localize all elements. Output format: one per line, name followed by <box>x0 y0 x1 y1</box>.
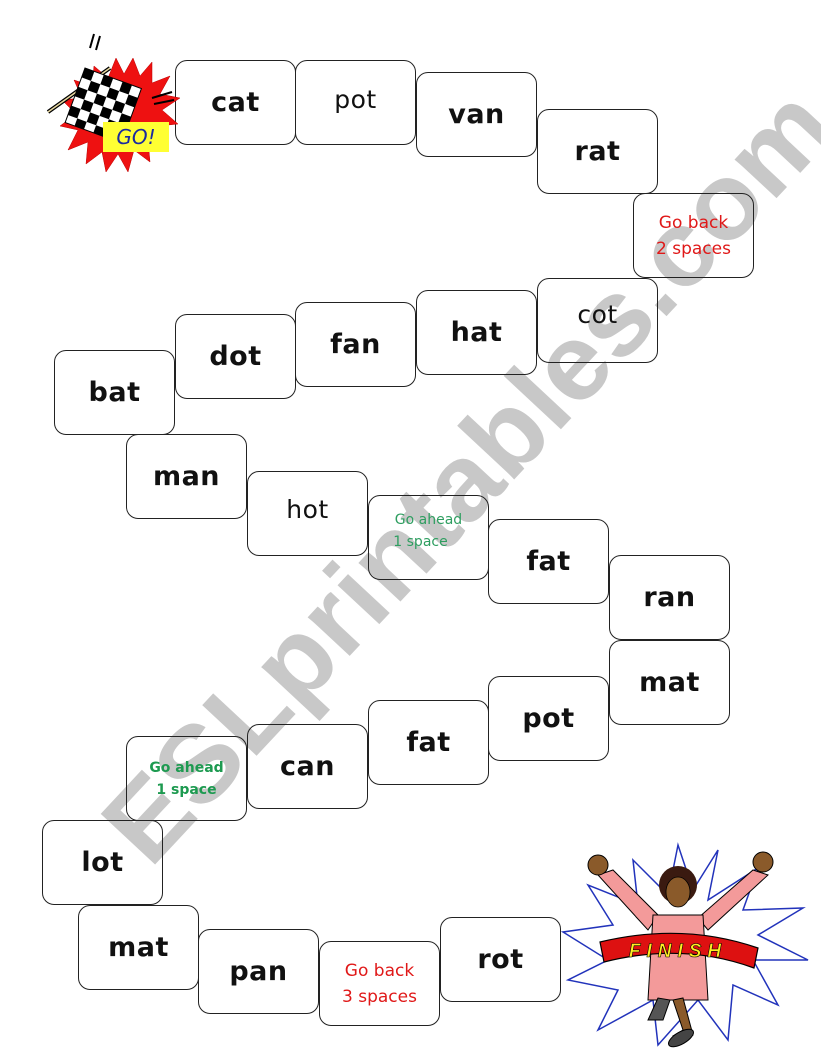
tile-word: mat <box>639 667 700 698</box>
tile-5-go-back[interactable]: Go back 2 spaces <box>633 193 754 278</box>
tile-1[interactable]: cat <box>175 60 296 145</box>
tile-instruction-line2: 1 space <box>156 781 217 798</box>
tile-18[interactable]: fat <box>368 700 489 785</box>
tile-20-go-ahead[interactable]: Go ahead 1 space <box>126 736 247 821</box>
tile-24-go-back[interactable]: Go back 3 spaces <box>319 941 440 1026</box>
tile-9[interactable]: dot <box>175 314 296 399</box>
tile-14[interactable]: fat <box>488 519 609 604</box>
tile-instruction-line2: 3 spaces <box>342 986 417 1007</box>
tile-17[interactable]: pot <box>488 676 609 761</box>
tile-instruction-line2: 2 spaces <box>656 238 731 259</box>
start-space <box>40 28 190 196</box>
tile-7[interactable]: hat <box>416 290 537 375</box>
tile-word: cat <box>211 87 260 118</box>
tile-12[interactable]: hot <box>247 471 368 556</box>
tile-word: cot <box>577 300 618 329</box>
tile-6[interactable]: cot <box>537 278 658 363</box>
tile-16[interactable]: mat <box>609 640 730 725</box>
finish-label: FINISH <box>629 941 727 962</box>
tile-word: pan <box>229 956 288 987</box>
finish-space: FINISH <box>558 840 813 1050</box>
tile-10[interactable]: bat <box>54 350 175 435</box>
tile-23[interactable]: pan <box>198 929 319 1014</box>
tile-word: man <box>152 461 221 492</box>
tile-word: pot <box>334 85 377 114</box>
tile-4[interactable]: rat <box>537 109 658 194</box>
tile-22[interactable]: mat <box>78 905 199 990</box>
tile-word: rot <box>477 944 524 975</box>
tile-instruction-line1: Go ahead <box>149 759 224 776</box>
tile-word: lot <box>81 847 124 878</box>
tile-2[interactable]: pot <box>295 60 416 145</box>
checkered-flag-icon <box>46 33 181 173</box>
tile-word: hat <box>450 317 503 348</box>
start-label: GO! <box>103 122 169 152</box>
runner-finish-icon: FINISH <box>560 842 809 1048</box>
tile-21[interactable]: lot <box>42 820 163 905</box>
tile-word: fan <box>330 329 381 360</box>
tile-instruction-line1: Go back <box>658 212 729 233</box>
tile-word: bat <box>88 377 141 408</box>
tile-word: ran <box>643 582 696 613</box>
tile-word: fat <box>526 546 571 577</box>
tile-word: fat <box>406 727 451 758</box>
tile-word: pot <box>522 703 575 734</box>
tile-word: van <box>448 99 505 130</box>
tile-word: dot <box>209 341 262 372</box>
tile-instruction-line1: Go back <box>344 960 415 981</box>
tile-15[interactable]: ran <box>609 555 730 640</box>
tile-word: rat <box>574 136 621 167</box>
tile-3[interactable]: van <box>416 72 537 157</box>
tile-25[interactable]: rot <box>440 917 561 1002</box>
tile-word: can <box>280 751 335 782</box>
tile-13-go-ahead[interactable]: Go ahead 1 space <box>368 495 489 580</box>
tile-instruction-line1: Go ahead <box>394 511 463 528</box>
tile-word: mat <box>108 932 169 963</box>
tile-8[interactable]: fan <box>295 302 416 387</box>
tile-11[interactable]: man <box>126 434 247 519</box>
tile-instruction-line2: 1 space <box>393 533 448 550</box>
game-board: ESLprintables.com GO! cat pot van rat Go… <box>0 0 821 1062</box>
tile-word: hot <box>286 495 329 524</box>
tile-19[interactable]: can <box>247 724 368 809</box>
